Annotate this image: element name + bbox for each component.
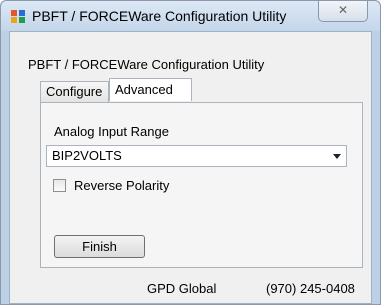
app-grid-icon [11,10,25,23]
title-bar[interactable]: PBFT / FORCEWare Configuration Utility ✕ [1,1,380,31]
finish-button[interactable]: Finish [54,235,145,258]
reverse-polarity-checkbox[interactable] [53,179,66,192]
window-title: PBFT / FORCEWare Configuration Utility [32,8,287,24]
analog-input-range-value: BIP2VOLTS [52,148,122,163]
close-icon: ✕ [337,3,349,17]
tab-configure-label: Configure [46,84,103,99]
phone-number: (970) 245-0408 [266,281,355,296]
company-name: GPD Global [147,281,217,296]
finish-button-label: Finish [82,239,117,254]
chevron-down-icon[interactable] [333,154,341,159]
reverse-polarity-label[interactable]: Reverse Polarity [74,178,169,193]
analog-input-range-select[interactable]: BIP2VOLTS [46,145,347,167]
tab-advanced-label: Advanced [115,82,173,97]
group-title: PBFT / FORCEWare Configuration Utility [28,57,265,72]
tab-configure[interactable]: Configure [40,81,109,102]
analog-input-range-label: Analog Input Range [54,124,169,139]
tab-advanced[interactable]: Advanced [109,78,192,101]
close-button[interactable]: ✕ [318,1,368,22]
